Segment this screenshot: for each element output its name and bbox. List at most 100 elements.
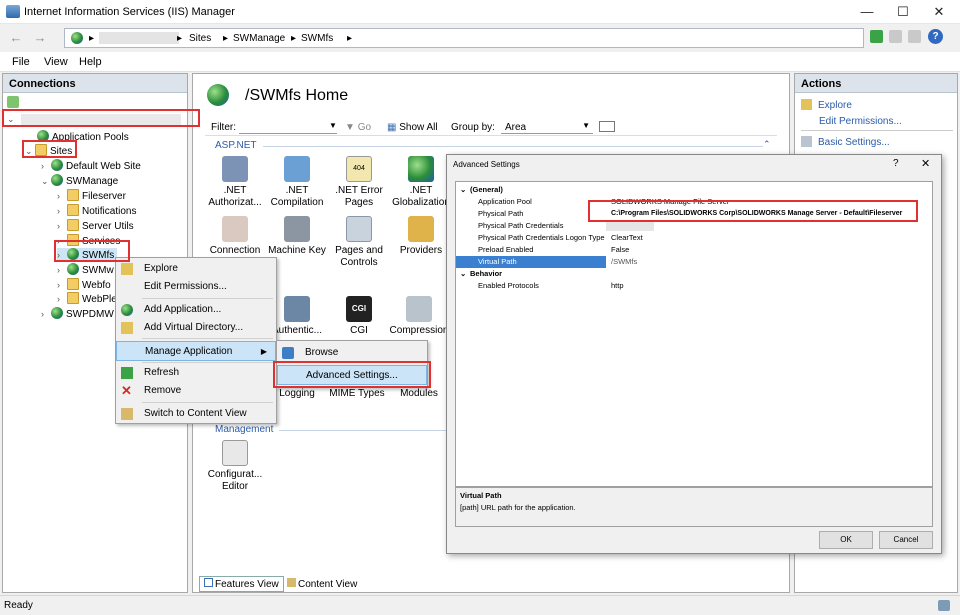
description-title: Virtual Path — [460, 491, 502, 500]
menu-separator — [142, 298, 273, 299]
maximize-button[interactable]: ☐ — [886, 0, 920, 24]
tree-item-swmw[interactable]: › SWMw — [57, 263, 114, 276]
chevron-right-icon[interactable]: › — [41, 161, 51, 171]
submenu-browse[interactable]: Browse — [277, 343, 427, 363]
section-behavior[interactable]: ⌄ Behavior — [456, 268, 932, 280]
cancel-button[interactable]: Cancel — [879, 531, 933, 549]
chevron-right-icon[interactable]: › — [57, 280, 67, 290]
prop-enabled-protocols[interactable]: Enabled Protocols http — [456, 280, 932, 292]
globe-icon — [51, 159, 63, 171]
prop-value: /SWMfs — [606, 256, 932, 268]
tree-item-server-utils[interactable]: › Server Utils — [57, 219, 134, 232]
menu-bar: File View Help — [0, 52, 960, 72]
feature-connection-strings[interactable]: Connection — [205, 216, 265, 257]
collapse-group-icon[interactable]: ⌃ — [763, 139, 771, 150]
prop-preload-enabled[interactable]: Preload Enabled False — [456, 244, 932, 256]
tree-item-label: WebPle — [82, 294, 117, 305]
dialog-close-button[interactable]: ✕ — [921, 157, 930, 170]
tree-item-fileserver[interactable]: › Fileserver — [57, 189, 126, 202]
ctx-explore[interactable]: Explore — [116, 259, 276, 279]
feature-pages-and-controls[interactable]: Pages and Controls — [329, 216, 389, 269]
ctx-manage-application[interactable]: Manage Application ▶ — [116, 341, 276, 361]
chevron-down-icon[interactable]: ⌄ — [41, 176, 51, 187]
home-toolbar-icon[interactable] — [908, 30, 921, 43]
feature-mime-types[interactable]: MIME Types — [327, 388, 387, 400]
filter-input[interactable] — [239, 119, 337, 134]
ctx-add-virtual-directory[interactable]: Add Virtual Directory... — [116, 318, 276, 338]
prop-virtual-path[interactable]: Virtual Path/SWMfs — [456, 256, 932, 268]
dialog-help-button[interactable]: ? — [893, 158, 899, 169]
error-404-icon: 404 — [346, 156, 372, 182]
folder-icon — [67, 292, 79, 304]
forward-arrow-icon[interactable]: → — [30, 28, 50, 48]
tree-item-swmanage[interactable]: ⌄ SWManage — [41, 174, 118, 187]
section-general[interactable]: ⌄ (General) — [456, 184, 932, 196]
action-explore[interactable]: Explore — [801, 99, 852, 111]
menu-item-label: Switch to Content View — [144, 408, 247, 419]
prop-key: Virtual Path — [478, 257, 517, 266]
tree-item-default-web-site[interactable]: › Default Web Site — [41, 159, 141, 172]
tree-item-label: SWPDMW — [66, 309, 114, 320]
ctx-switch-content-view[interactable]: Switch to Content View — [116, 404, 276, 424]
tree-item-label: Webfo — [82, 280, 111, 291]
action-label: Basic Settings... — [818, 137, 890, 148]
menu-view[interactable]: View — [44, 56, 68, 68]
chevron-right-icon[interactable]: › — [57, 221, 67, 231]
tree-item-swpdm[interactable]: › SWPDMW — [41, 307, 114, 320]
action-edit-permissions[interactable]: Edit Permissions... — [819, 116, 902, 127]
feature-machine-key[interactable]: Machine Key — [267, 216, 327, 257]
breadcrumb-sites[interactable]: Sites — [189, 33, 211, 44]
tree-item-webfo[interactable]: › Webfo — [57, 278, 111, 291]
ctx-edit-permissions[interactable]: Edit Permissions... — [116, 277, 276, 297]
stop-toolbar-icon[interactable] — [889, 30, 902, 43]
feature-net-authorization[interactable]: .NET Authorizat... — [205, 156, 265, 209]
breadcrumb[interactable]: ▸ ▸ Sites ▸ SWManage ▸ SWMfs ▸ — [64, 28, 864, 48]
chevron-right-icon[interactable]: › — [57, 294, 67, 304]
filter-dropdown-icon[interactable]: ▼ — [329, 121, 337, 130]
breadcrumb-separator-icon: ▸ — [89, 33, 95, 44]
feature-net-error-pages[interactable]: 404 .NET Error Pages — [329, 156, 389, 209]
breadcrumb-swmfs[interactable]: SWMfs — [301, 33, 333, 44]
chevron-right-icon[interactable]: › — [57, 265, 67, 275]
menu-item-label: Add Virtual Directory... — [144, 322, 244, 333]
show-all-button[interactable]: ▦ Show All — [387, 122, 438, 133]
feature-providers[interactable]: Providers — [391, 216, 451, 257]
group-header-aspnet: ASP.NET — [215, 140, 257, 151]
tree-item-notifications[interactable]: › Notifications — [57, 204, 136, 217]
tab-features-view[interactable]: Features View — [199, 576, 284, 592]
tab-content-view[interactable]: Content View — [283, 577, 361, 591]
go-button[interactable]: ▼ Go — [345, 122, 371, 133]
ok-button[interactable]: OK — [819, 531, 873, 549]
refresh-toolbar-icon[interactable] — [870, 30, 883, 43]
breadcrumb-swmanage[interactable]: SWManage — [233, 33, 285, 44]
feature-compression[interactable]: Compression — [389, 296, 449, 337]
ctx-add-application[interactable]: Add Application... — [116, 300, 276, 320]
ctx-refresh[interactable]: Refresh — [116, 363, 276, 383]
feature-modules[interactable]: Modules — [389, 388, 449, 400]
chevron-right-icon[interactable]: › — [57, 191, 67, 201]
ctx-remove[interactable]: ✕ Remove — [116, 381, 276, 401]
view-toggle-icon[interactable] — [599, 121, 615, 132]
tree-item-label: SWMw — [82, 265, 114, 276]
feature-net-globalization[interactable]: .NET Globalization — [391, 156, 451, 209]
chevron-right-icon[interactable]: › — [57, 206, 67, 216]
action-basic-settings[interactable]: Basic Settings... — [801, 136, 890, 148]
menu-help[interactable]: Help — [79, 56, 102, 68]
menu-file[interactable]: File — [12, 56, 30, 68]
feature-cgi[interactable]: CGI CGI — [329, 296, 389, 337]
back-arrow-icon[interactable]: ← — [6, 28, 26, 48]
help-toolbar-icon[interactable]: ? — [928, 29, 943, 44]
providers-icon — [408, 216, 434, 242]
prop-physical-path-logon-type[interactable]: Physical Path Credentials Logon Type Clea… — [456, 232, 932, 244]
close-button[interactable]: ✕ — [922, 0, 956, 24]
connection-string-icon — [222, 216, 248, 242]
feature-configuration-editor[interactable]: Configurat... Editor — [205, 440, 265, 493]
chevron-right-icon[interactable]: › — [41, 309, 51, 319]
connect-icon[interactable] — [7, 96, 19, 108]
context-menu: Explore Edit Permissions... Add Applicat… — [115, 257, 277, 424]
groupby-select[interactable]: Area ▼ — [501, 119, 593, 134]
minimize-button[interactable]: — — [850, 0, 884, 24]
feature-label: .NET Globalization — [392, 185, 450, 208]
tree-item-webple[interactable]: › WebPle — [57, 292, 117, 305]
feature-net-compilation[interactable]: .NET Compilation — [267, 156, 327, 209]
